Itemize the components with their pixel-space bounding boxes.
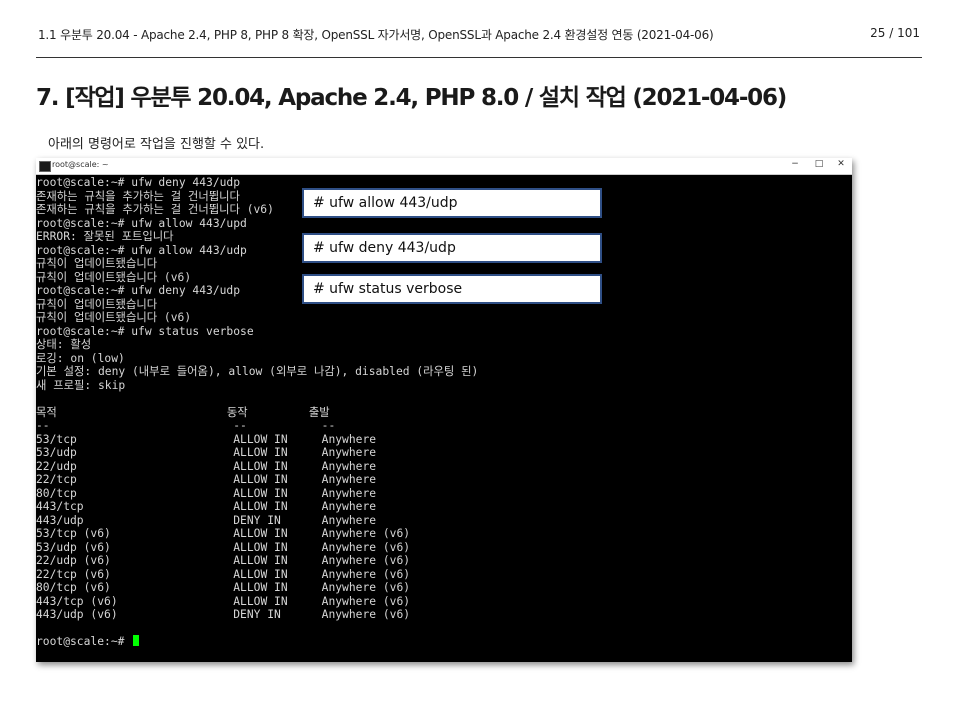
terminal-line: 상태: 활성	[36, 338, 92, 351]
terminal-line: 22/tcp (v6) ALLOW IN Anywhere (v6)	[36, 567, 411, 581]
terminal-line: -- -- --	[36, 419, 336, 432]
callout-allow-command: # ufw allow 443/udp	[302, 188, 602, 218]
terminal-line: 443/udp (v6) DENY IN Anywhere (v6)	[36, 608, 411, 621]
window-title: root@scale: ~	[52, 160, 109, 169]
terminal-prompt: root@scale:~#	[36, 635, 132, 648]
terminal-line: 53/tcp (v6) ALLOW IN Anywhere (v6)	[36, 527, 411, 540]
terminal-line: 80/tcp (v6) ALLOW IN Anywhere (v6)	[36, 581, 411, 594]
terminal-line: root@scale:~# ufw allow 443/upd	[36, 216, 247, 230]
section-title: 7. [작업] 우분투 20.04, Apache 2.4, PHP 8.0 /…	[36, 85, 787, 111]
callout-deny-command: # ufw deny 443/udp	[302, 233, 602, 263]
close-button[interactable]: ✕	[834, 159, 848, 169]
terminal-line: 새 프로필: skip	[36, 378, 126, 392]
terminal-line: root@scale:~# ufw status verbose	[36, 324, 254, 338]
terminal-line: 80/tcp ALLOW IN Anywhere	[36, 486, 377, 500]
terminal-prompt-line[interactable]: root@scale:~#	[36, 635, 852, 649]
terminal-line: 22/tcp ALLOW IN Anywhere	[36, 473, 377, 486]
terminal-line: 22/udp (v6) ALLOW IN Anywhere (v6)	[36, 554, 411, 567]
page-number: 25 / 101	[870, 26, 920, 40]
terminal-line: 443/tcp (v6) ALLOW IN Anywhere (v6)	[36, 594, 411, 608]
minimize-button[interactable]: −	[788, 159, 802, 169]
terminal-line: 22/udp ALLOW IN Anywhere	[36, 459, 377, 473]
terminal-line: 443/udp DENY IN Anywhere	[36, 513, 377, 527]
terminal-line: 53/tcp ALLOW IN Anywhere	[36, 432, 377, 446]
window-titlebar[interactable]: root@scale: ~ − □ ✕	[36, 158, 852, 175]
terminal-line: 로깅: on (low)	[36, 351, 125, 365]
intro-text: 아래의 명령어로 작업을 진행할 수 있다.	[48, 137, 265, 152]
terminal-line: 53/udp (v6) ALLOW IN Anywhere (v6)	[36, 540, 411, 554]
terminal-line: 기본 설정: deny (내부로 들어옴), allow (외부로 나감), d…	[36, 365, 479, 378]
terminal-line: 목적 동작 출발	[36, 405, 330, 419]
maximize-button[interactable]: □	[812, 159, 826, 169]
terminal-line: 443/tcp ALLOW IN Anywhere	[36, 500, 377, 513]
callout-status-command: # ufw status verbose	[302, 274, 602, 304]
terminal-line: 규칙이 업데이트됐습니다 (v6)	[36, 311, 192, 324]
terminal-line: 53/udp ALLOW IN Anywhere	[36, 446, 377, 459]
terminal-cursor	[133, 635, 140, 646]
terminal-app-icon	[39, 161, 51, 172]
header-divider	[36, 57, 922, 58]
document-header-title: 1.1 우분투 20.04 - Apache 2.4, PHP 8, PHP 8…	[38, 28, 714, 42]
